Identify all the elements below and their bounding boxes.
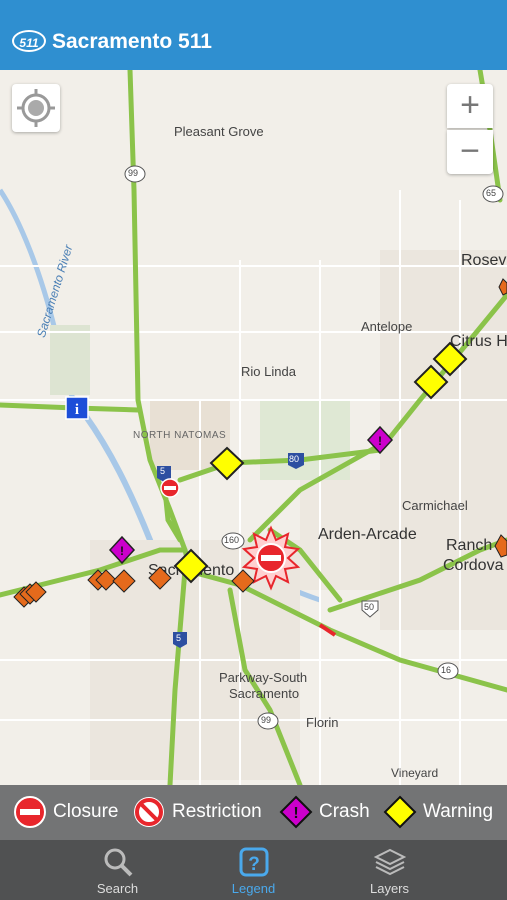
place-parkway-line1: Parkway-South xyxy=(219,670,308,685)
search-icon xyxy=(104,848,133,877)
tab-label: Layers xyxy=(369,881,410,896)
info-marker[interactable]: i xyxy=(65,396,89,420)
legend-item-warning: Warning xyxy=(383,793,493,831)
route-50-label: 50 xyxy=(364,602,375,612)
crash-icon: ! xyxy=(279,795,313,829)
place-florin: Florin xyxy=(306,715,339,730)
svg-text:?: ? xyxy=(248,854,260,875)
place-arden-arcade: Arden-Arcade xyxy=(318,526,417,543)
legend-label: Restriction xyxy=(172,801,262,822)
legend-bar: Closure Restriction ! Crash Warning xyxy=(0,785,507,840)
app-header: 511 Sacramento 511 xyxy=(0,0,507,70)
svg-text:i: i xyxy=(75,402,79,418)
locate-me-button[interactable] xyxy=(12,84,60,132)
place-cordova: Cordova xyxy=(443,557,504,574)
legend-item-restriction: Restriction xyxy=(132,793,262,831)
route-5-south-label: 5 xyxy=(176,633,182,643)
crosshair-icon xyxy=(17,89,55,127)
place-citrus-heights: Citrus H xyxy=(450,333,507,350)
legend-icon: ? xyxy=(239,847,269,877)
route-5-label: 5 xyxy=(160,466,166,476)
restriction-icon xyxy=(134,797,164,827)
route-16-label: 16 xyxy=(441,665,452,675)
layers-icon xyxy=(374,848,406,876)
zoom-out-button[interactable]: − xyxy=(447,130,493,174)
svg-text:!: ! xyxy=(293,805,298,822)
place-roseville: Rosev xyxy=(461,252,507,269)
route-99-south-label: 99 xyxy=(261,715,272,725)
warning-icon xyxy=(383,795,417,829)
place-north-natomas: NORTH NATOMAS xyxy=(133,430,227,441)
closure-marker[interactable] xyxy=(160,478,180,498)
tab-bar: Search ? Legend Layers xyxy=(0,840,507,900)
legend-item-crash: ! Crash xyxy=(279,793,370,831)
legend-item-closure: Closure xyxy=(13,793,118,831)
legend-label: Crash xyxy=(319,801,370,822)
place-pleasant-grove: Pleasant Grove xyxy=(174,124,264,139)
tab-layers[interactable]: Layers xyxy=(305,840,474,900)
route-160-label: 160 xyxy=(224,535,240,545)
svg-text:!: ! xyxy=(120,544,124,558)
svg-text:!: ! xyxy=(378,434,382,448)
place-rancho: Ranch xyxy=(446,537,493,554)
route-65-label: 65 xyxy=(486,188,497,198)
place-rio-linda: Rio Linda xyxy=(241,364,296,379)
closure-icon xyxy=(14,796,46,828)
place-carmichael: Carmichael xyxy=(402,498,468,513)
route-99-label: 99 xyxy=(128,168,139,178)
app-title: Sacramento 511 xyxy=(52,30,212,53)
legend-label: Closure xyxy=(53,801,119,822)
zoom-in-button[interactable]: + xyxy=(447,84,493,128)
place-parkway-line2: Sacramento xyxy=(229,686,300,701)
app-logo: 511 xyxy=(12,30,46,52)
place-vineyard: Vineyard xyxy=(391,766,439,780)
legend-label: Warning xyxy=(423,801,494,822)
traffic-map[interactable]: 99 99 65 5 5 80 160 50 16 Pleasant Grove… xyxy=(0,70,507,785)
route-80-label: 80 xyxy=(289,454,300,464)
place-antelope: Antelope xyxy=(361,319,413,334)
